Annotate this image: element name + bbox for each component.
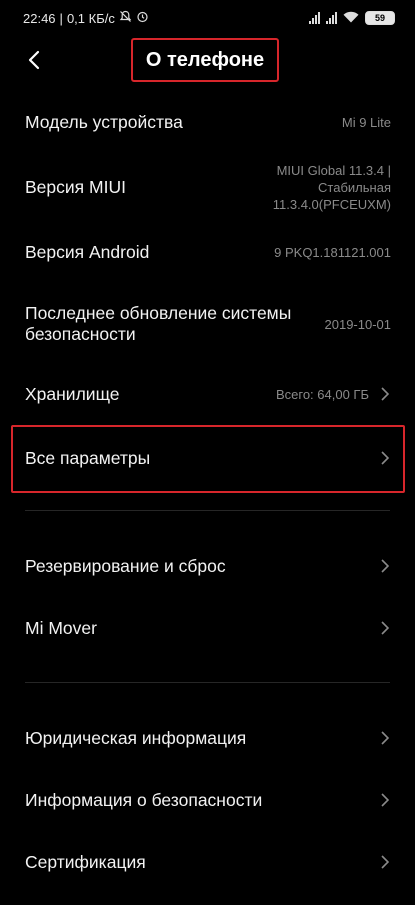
- status-left: 22:46 | 0,1 КБ/с: [23, 10, 149, 26]
- label-line: Последнее обновление системы: [25, 303, 292, 323]
- value-line: 11.3.4.0(PFCEUXM): [272, 196, 391, 212]
- row-value: Mi 9 Lite: [341, 114, 391, 130]
- back-arrow-icon: [28, 50, 40, 70]
- chevron-right-icon: [381, 451, 391, 465]
- row-value: 9 PKQ1.181121.001: [274, 244, 391, 260]
- row-storage[interactable]: Хранилище Всего: 64,00 ГБ: [0, 372, 415, 416]
- back-button[interactable]: [20, 46, 48, 74]
- battery-indicator: 59: [365, 11, 395, 25]
- row-certification[interactable]: Сертификация: [0, 840, 415, 884]
- row-label: Сертификация: [25, 851, 146, 872]
- row-legal-info[interactable]: Юридическая информация: [0, 716, 415, 760]
- row-value: 2019-10-01: [324, 316, 392, 332]
- row-security-update[interactable]: Последнее обновление системы безопасност…: [0, 298, 415, 350]
- status-separator: |: [59, 10, 63, 26]
- chevron-right-icon: [381, 793, 391, 807]
- row-right: Всего: 64,00 ГБ: [276, 386, 391, 403]
- wifi-icon: [343, 11, 359, 26]
- page-title: О телефоне: [145, 48, 265, 71]
- row-label: Хранилище: [25, 383, 120, 404]
- chevron-right-icon: [381, 731, 391, 745]
- value-line: Стабильная: [318, 179, 391, 195]
- header: О телефоне: [0, 36, 415, 86]
- chevron-right-icon: [381, 621, 391, 635]
- title-highlight: О телефоне: [131, 38, 279, 82]
- label-line: безопасности: [25, 324, 136, 344]
- row-label-multiline: Последнее обновление системы безопасност…: [25, 303, 291, 345]
- row-safety-info[interactable]: Информация о безопасности: [0, 778, 415, 822]
- chevron-right-icon: [381, 559, 391, 573]
- chevron-right-icon: [381, 855, 391, 869]
- row-label: Версия Android: [25, 241, 150, 262]
- status-bar: 22:46 | 0,1 КБ/с 59: [0, 0, 415, 36]
- status-speed: 0,1 КБ/с: [66, 10, 115, 26]
- row-miui-version[interactable]: Версия MIUI MIUI Global 11.3.4 | Стабиль…: [0, 156, 415, 218]
- row-backup-reset[interactable]: Резервирование и сброс: [0, 544, 415, 588]
- section-divider: [25, 510, 390, 511]
- row-label: Юридическая информация: [25, 727, 247, 748]
- row-device-model[interactable]: Модель устройства Mi 9 Lite: [0, 100, 415, 144]
- row-label: Mi Mover: [25, 617, 97, 638]
- row-mi-mover[interactable]: Mi Mover: [0, 606, 415, 650]
- row-value: Всего: 64,00 ГБ: [275, 386, 369, 402]
- value-line: MIUI Global 11.3.4 |: [276, 162, 391, 178]
- status-right: 59: [309, 11, 395, 26]
- notifications-off-icon: [119, 10, 132, 26]
- row-label: Версия MIUI: [25, 176, 126, 197]
- signal-icon: [309, 12, 320, 24]
- row-label: Модель устройства: [25, 111, 183, 132]
- row-value-multiline: MIUI Global 11.3.4 | Стабильная 11.3.4.0…: [273, 162, 391, 213]
- status-time: 22:46: [23, 10, 56, 26]
- section-divider: [25, 682, 390, 683]
- signal-icon-2: [326, 12, 337, 24]
- chevron-right-icon: [381, 387, 391, 401]
- row-all-params[interactable]: Все параметры: [0, 436, 415, 480]
- row-android-version[interactable]: Версия Android 9 PKQ1.181121.001: [0, 230, 415, 274]
- row-label: Информация о безопасности: [25, 789, 263, 810]
- alarm-icon: [136, 10, 149, 26]
- row-label: Все параметры: [25, 447, 151, 468]
- row-label: Резервирование и сброс: [25, 555, 226, 576]
